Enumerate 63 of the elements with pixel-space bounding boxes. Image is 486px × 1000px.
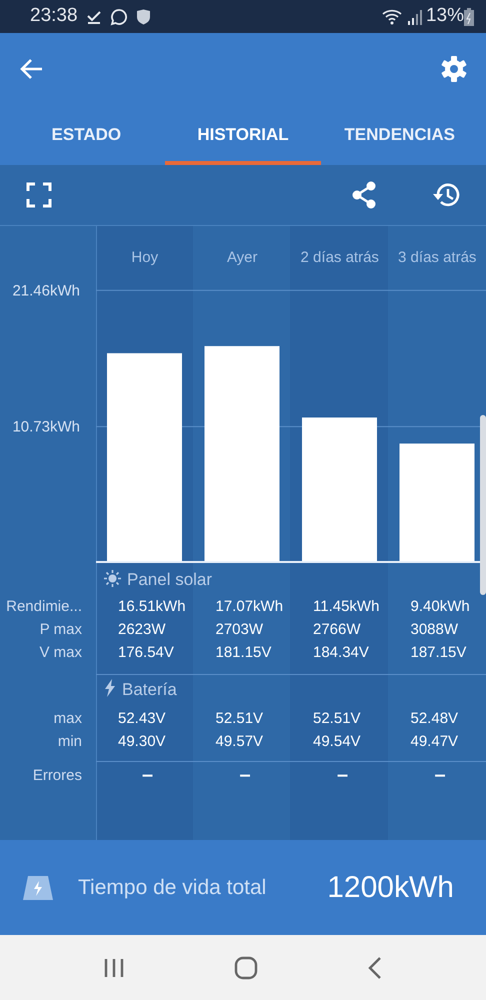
sun-icon [104, 570, 121, 587]
wifi-icon [382, 8, 404, 24]
table-cell-text: 16.51kWh [117, 597, 187, 617]
back-arrow-icon[interactable] [20, 58, 44, 80]
table-cell-text: – [238, 764, 252, 787]
row-label: Rendimie... [5, 597, 83, 617]
table-cell-text: 3088W [410, 620, 460, 640]
shield-icon [136, 8, 151, 24]
row-label: Errores [32, 766, 83, 786]
table-cell-text: – [336, 764, 350, 787]
table-cell-text: 49.47V [410, 732, 460, 752]
settings-icon[interactable] [440, 55, 468, 83]
home-icon[interactable] [234, 956, 258, 980]
share-icon[interactable] [351, 181, 377, 209]
fullscreen-icon[interactable] [26, 182, 52, 208]
signal-icon [408, 8, 422, 24]
recent-apps-icon[interactable] [102, 958, 125, 978]
row-label: V max [38, 643, 83, 663]
table-cell-text: – [434, 764, 447, 787]
category-label: 2 días atrás [300, 249, 379, 266]
table-cell-text: 52.51V [214, 709, 264, 729]
battery-icon [464, 8, 474, 26]
download-done-icon [86, 8, 102, 24]
row-label: max [52, 709, 83, 729]
category-label: 3 días atrás [398, 249, 476, 266]
table-cell-text: – [141, 764, 154, 787]
table-cell-text: 52.43V [117, 709, 167, 729]
section-title: Batería [122, 680, 177, 699]
table-cell-text: 2623W [117, 620, 167, 640]
table-cell-text: 17.07kWh [214, 597, 284, 617]
back-icon[interactable] [367, 956, 384, 980]
table-cell-text: 2703W [214, 620, 264, 640]
tab[interactable]: HISTORIAL [164, 105, 322, 165]
tab[interactable]: TENDENCIAS [321, 105, 478, 165]
section-title: Panel solar [127, 570, 212, 589]
table-cell-text: 49.54V [312, 732, 362, 752]
scrollbar[interactable] [480, 415, 486, 595]
chat-icon [110, 8, 128, 26]
category-label: Hoy [131, 249, 158, 266]
table-cell-text: 9.40kWh [410, 597, 471, 617]
table-cell-text: 52.48V [410, 709, 460, 729]
tab[interactable]: ESTADO [8, 105, 165, 165]
row-label: P max [38, 620, 83, 640]
battery-percent: 13% [426, 4, 464, 28]
table-cell-text: 181.15V [214, 643, 272, 663]
lightning-panel-icon [22, 874, 54, 900]
table-cell-text: 187.15V [410, 643, 468, 663]
lightning-icon [104, 679, 116, 697]
table-cell-text: 52.51V [312, 709, 362, 729]
y-tick-label: 21.46kWh [12, 282, 80, 300]
table-cell-text: 11.45kWh [312, 597, 380, 617]
status-time: 23:38 [30, 4, 78, 28]
lifetime-label: Tiempo de vida total [78, 874, 266, 901]
lifetime-value: 1200kWh [327, 870, 454, 906]
table-cell-text: 184.34V [312, 643, 370, 663]
y-tick-label: 10.73kWh [12, 418, 80, 436]
table-cell-text: 49.30V [117, 732, 167, 752]
table-cell-text: 49.57V [214, 732, 264, 752]
history-icon[interactable] [432, 182, 460, 208]
table-cell-text: 2766W [312, 620, 362, 640]
category-label: Ayer [226, 249, 258, 266]
table-cell-text: 176.54V [117, 643, 175, 663]
row-label: min [56, 732, 83, 752]
